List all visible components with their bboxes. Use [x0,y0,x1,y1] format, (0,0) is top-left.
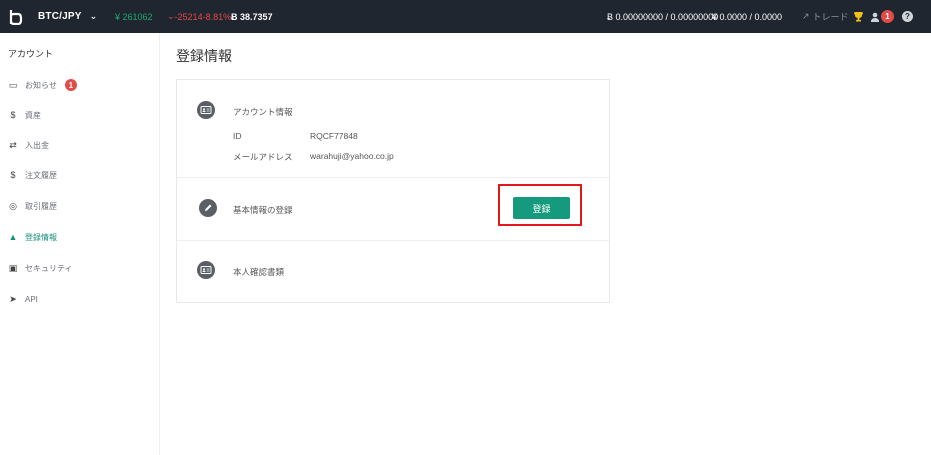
sidebar-item-label: 取引履歴 [25,201,57,211]
sidebar-item-label: 入出金 [25,140,49,150]
id-card-icon [197,261,215,279]
sidebar-item-deposit-withdraw[interactable]: ⇄ 入出金 [8,136,49,154]
volume: Ƀ 38.7357 [231,11,273,22]
btc-balance: Ƀ 0.00000000 / 0.00000000 [607,11,719,22]
email-key: メールアドレス [233,152,293,162]
register-button[interactable]: 登録 [513,197,570,219]
sidebar-title: アカウント [8,49,54,59]
id-card-icon [197,101,215,119]
jpy-balance: ¥ 0.0000 / 0.0000 [712,11,783,22]
sidebar-item-label: 注文履歴 [25,170,57,180]
lock-icon: ▣ [8,262,18,273]
id-key: ID [233,131,242,141]
identity-docs-label: 本人確認書類 [233,267,285,277]
sidebar-item-label: 登録情報 [25,232,57,242]
trade-link[interactable]: ↗ トレード [802,0,849,33]
sidebar-item-label: 資産 [25,110,41,120]
last-price: ¥ 261062 [115,11,153,22]
email-value: warahuji@yahoo.co.jp [310,151,394,161]
help-icon: ? [902,11,913,22]
notification-badge: 1 [881,10,894,23]
notification-button[interactable]: 1 [881,0,894,33]
pair-label: BTC/JPY [38,11,82,22]
trend-icon: ↗ [802,11,810,21]
logo-icon[interactable] [6,0,26,33]
page-title: 登録情報 [176,48,232,64]
help-button[interactable]: ? [902,0,913,33]
pencil-icon [199,199,217,217]
basic-info-label: 基本情報の登録 [233,205,293,215]
trophy-icon[interactable] [852,0,864,33]
user-icon[interactable] [869,0,881,33]
sidebar-item-notices[interactable]: ▭ お知らせ 1 [8,76,77,94]
dollar-icon: $ [10,170,16,180]
price-change: ⌄ -25214-8.81% [167,11,232,22]
sidebar: アカウント ▭ お知らせ 1 $ 資産 ⇄ 入出金 $ 注文履歴 ◎ 取引履歴 … [0,33,160,455]
send-icon: ➤ [9,293,17,304]
sidebar-item-api[interactable]: ➤ API [8,290,38,308]
sidebar-item-order-history[interactable]: $ 注文履歴 [8,166,57,184]
chevron-down-icon: ⌄ [89,11,98,21]
user-icon: ▲ [8,232,18,242]
divider [177,240,609,241]
sidebar-item-label: API [25,294,38,304]
sidebar-item-registration[interactable]: ▲ 登録情報 [8,228,57,246]
account-info-label: アカウント情報 [233,107,293,117]
id-value: RQCF77848 [310,131,358,141]
transfer-icon: ⇄ [9,139,17,150]
down-arrow-icon: ⌄ [167,11,175,21]
divider [177,177,609,178]
sidebar-item-label: お知らせ [25,80,57,90]
sidebar-item-trade-history[interactable]: ◎ 取引履歴 [8,197,57,215]
history-icon: ◎ [9,200,17,211]
pair-selector[interactable]: BTC/JPY ⌄ [38,0,97,33]
sidebar-item-assets[interactable]: $ 資産 [8,106,41,124]
notices-badge: 1 [64,79,77,91]
sidebar-item-label: セキュリティ [25,263,73,273]
top-bar: BTC/JPY ⌄ ¥ 261062 ⌄ -25214-8.81% Ƀ 38.73… [0,0,931,33]
dollar-icon: $ [10,110,16,120]
inbox-icon: ▭ [8,79,18,90]
sidebar-item-security[interactable]: ▣ セキュリティ [8,259,73,277]
